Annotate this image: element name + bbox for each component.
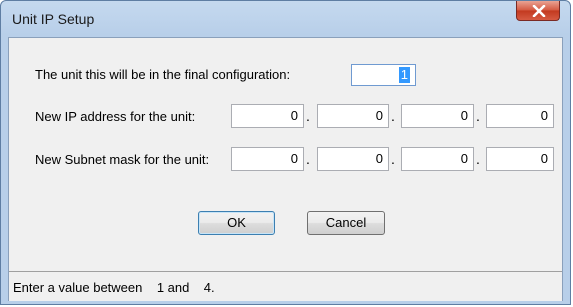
ip-octet-4[interactable]: 0 — [486, 104, 554, 128]
ip-octet-3[interactable]: 0 — [401, 104, 474, 128]
subnet-separator: . — [391, 151, 395, 167]
ip-label: New IP address for the unit: — [35, 109, 196, 124]
title-bar[interactable]: Unit IP Setup — [1, 1, 570, 37]
subnet-separator: . — [476, 151, 480, 167]
ok-button[interactable]: OK — [198, 211, 275, 235]
cancel-button[interactable]: Cancel — [307, 211, 385, 235]
ip-octet-1[interactable]: 0 — [231, 104, 304, 128]
subnet-separator: . — [306, 151, 310, 167]
close-icon — [532, 5, 546, 17]
unit-value: 1 — [398, 67, 410, 83]
subnet-octet-3[interactable]: 0 — [401, 147, 474, 171]
dialog-window: Unit IP Setup The unit this will be in t… — [0, 0, 571, 305]
ip-octet-2[interactable]: 0 — [317, 104, 389, 128]
dialog-body: The unit this will be in the final confi… — [8, 37, 563, 303]
window-title: Unit IP Setup — [12, 11, 95, 27]
close-button[interactable] — [516, 1, 560, 21]
subnet-octet-1[interactable]: 0 — [231, 147, 304, 171]
status-text: Enter a value between 1 and 4. — [13, 280, 215, 295]
ip-separator: . — [306, 108, 310, 124]
window-frame-bottom — [1, 301, 570, 304]
unit-input[interactable]: 1 — [351, 64, 416, 86]
subnet-octet-2[interactable]: 0 — [317, 147, 389, 171]
ip-separator: . — [476, 108, 480, 124]
ip-separator: . — [391, 108, 395, 124]
subnet-octet-4[interactable]: 0 — [486, 147, 554, 171]
subnet-label: New Subnet mask for the unit: — [35, 152, 210, 167]
unit-label: The unit this will be in the final confi… — [35, 67, 291, 82]
status-bar: Enter a value between 1 and 4. — [9, 271, 562, 303]
